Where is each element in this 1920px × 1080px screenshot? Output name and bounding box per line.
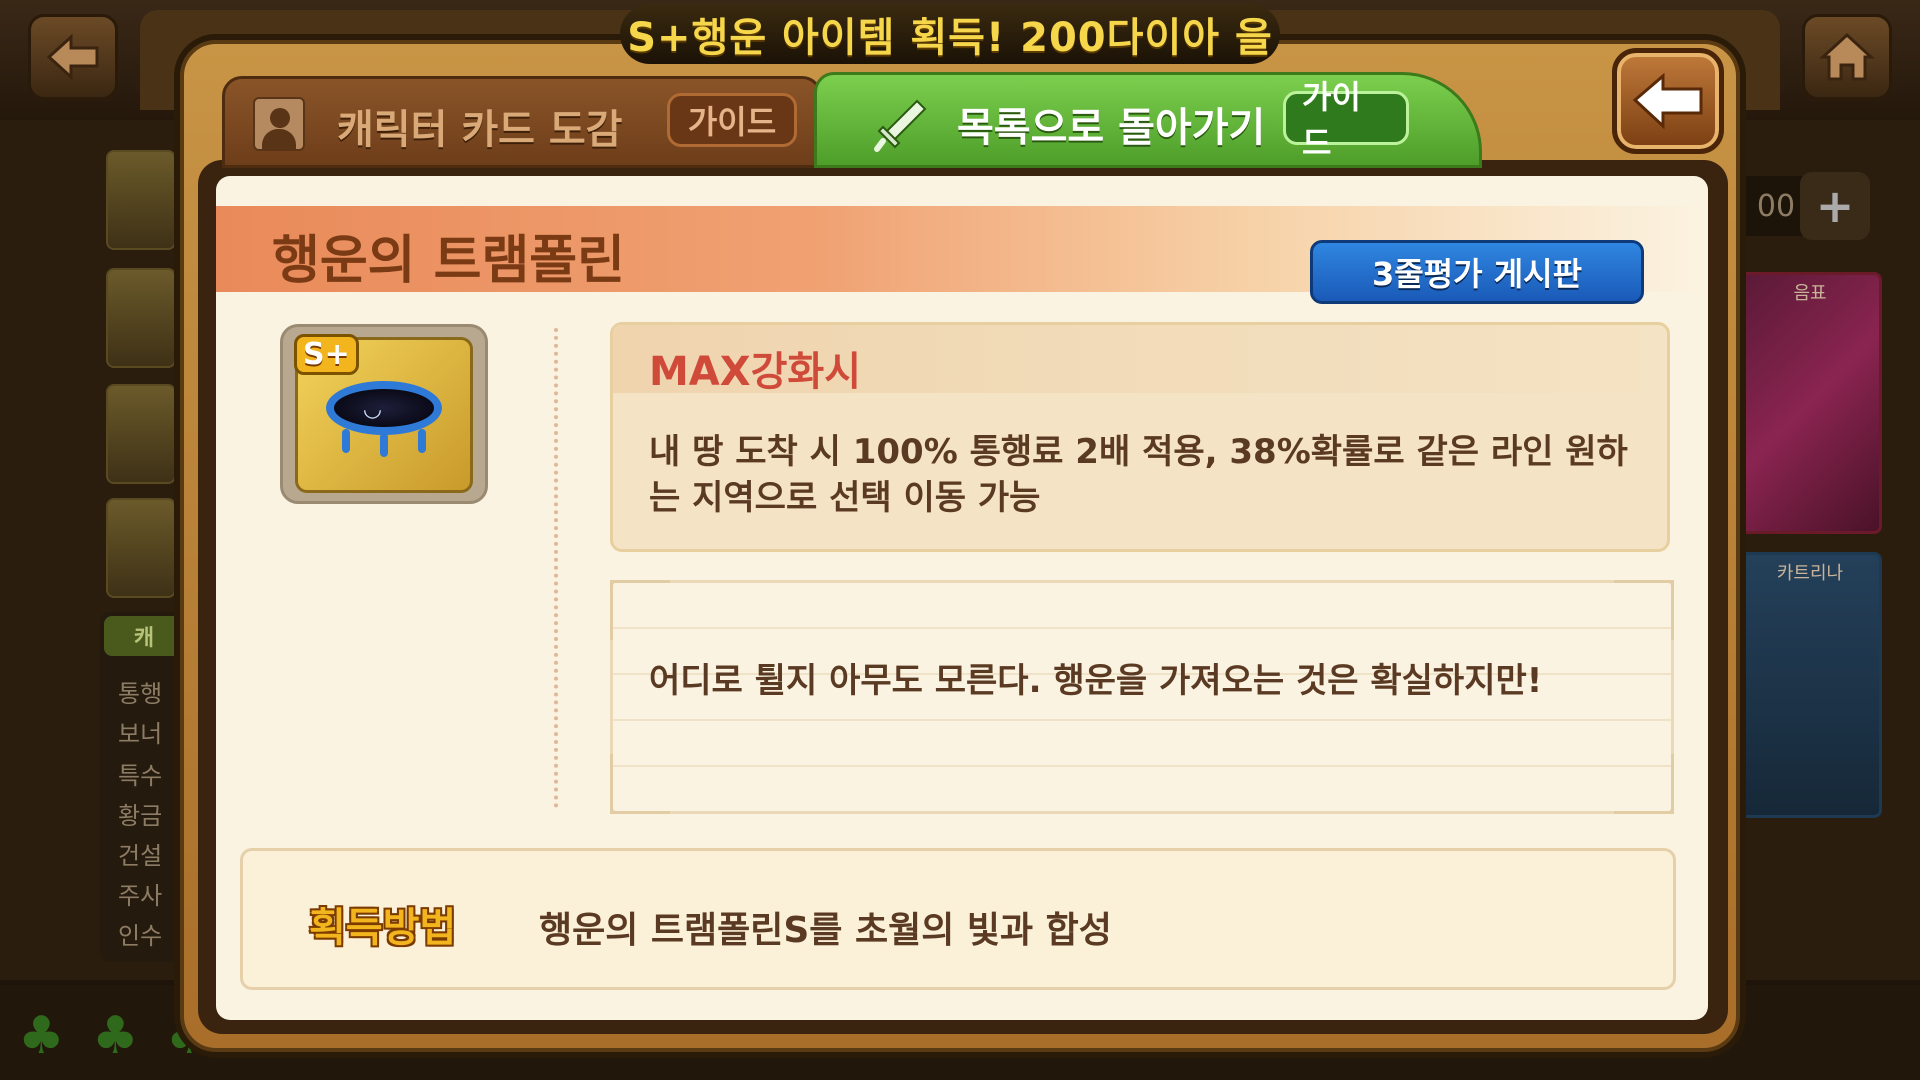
modal-close-button[interactable] bbox=[1612, 48, 1724, 154]
background-menu-item: 특수 bbox=[118, 762, 163, 790]
background-menu-item: 황금 bbox=[118, 802, 163, 830]
background-menu-item: 보너 bbox=[118, 720, 163, 748]
decorative-corner bbox=[610, 580, 670, 640]
background-menu-head: 캐 bbox=[104, 616, 184, 656]
flavor-text: 어디로 튈지 아무도 모른다. 행운을 가져오는 것은 확실하지만! bbox=[649, 661, 1543, 701]
tab-back-to-list[interactable]: 목록으로 돌아가기 가이드 bbox=[814, 72, 1482, 168]
background-home-button[interactable] bbox=[1802, 14, 1892, 100]
background-card-tag: 카트리나 bbox=[1776, 563, 1844, 584]
return-arrow-icon bbox=[1632, 72, 1703, 130]
background-right-panel bbox=[1730, 120, 1920, 980]
decorative-corner bbox=[610, 754, 670, 814]
background-back-button[interactable] bbox=[28, 14, 118, 100]
item-content-card: 행운의 트램폴린 3줄평가 게시판 ◡ S+ MAX강화시 내 땅 도착 시 1… bbox=[216, 176, 1708, 1020]
card-book-guide-button[interactable]: 가이드 bbox=[667, 93, 797, 147]
announcement-banner: S+행운 아이템 획득! 200다이아 을 bbox=[620, 4, 1280, 64]
tab-card-book-label: 캐릭터 카드 도감 bbox=[337, 107, 623, 153]
flavor-text-box: 어디로 튈지 아무도 모른다. 행운을 가져오는 것은 확실하지만! bbox=[610, 580, 1674, 814]
vertical-divider bbox=[554, 328, 558, 808]
background-left-card bbox=[106, 150, 176, 250]
home-icon bbox=[1819, 32, 1875, 81]
background-menu-item: 주사 bbox=[118, 882, 163, 910]
item-image-frame: ◡ S+ bbox=[280, 324, 488, 504]
background-menu-item: 인수 bbox=[118, 922, 163, 950]
clover-icon: ♣ bbox=[92, 1006, 139, 1066]
decorative-corner bbox=[1614, 580, 1674, 640]
acquire-method-text: 행운의 트램폴린S를 초월의 빛과 합성 bbox=[539, 910, 1112, 951]
announcement-text: S+행운 아이템 획득! 200다이아 을 bbox=[627, 15, 1273, 61]
background-card-music: 음표 bbox=[1738, 272, 1882, 534]
item-image: ◡ S+ bbox=[294, 334, 473, 493]
review-board-button[interactable]: 3줄평가 게시판 bbox=[1310, 240, 1644, 304]
grade-badge: S+ bbox=[294, 334, 359, 375]
tab-card-book[interactable]: 캐릭터 카드 도감 가이드 bbox=[222, 76, 822, 168]
max-upgrade-description: 내 땅 도착 시 100% 통행료 2배 적용, 38%확률로 같은 라인 원하… bbox=[649, 432, 1628, 518]
item-name: 행운의 트램폴린 bbox=[272, 231, 625, 291]
background-left-card bbox=[106, 384, 176, 484]
background-card-tag: 음표 bbox=[1793, 283, 1827, 304]
background-left-card bbox=[106, 268, 176, 368]
background-card-katrina: 카트리나 bbox=[1738, 552, 1882, 818]
background-plus-button[interactable]: + bbox=[1800, 172, 1870, 240]
acquire-method-box: 획득방법 행운의 트램폴린S를 초월의 빛과 합성 bbox=[240, 848, 1676, 990]
item-title-band: 행운의 트램폴린 3줄평가 게시판 bbox=[216, 206, 1708, 304]
clover-icon: ♣ bbox=[18, 1006, 65, 1066]
max-upgrade-header: MAX강화시 bbox=[613, 325, 1667, 395]
background-left-card bbox=[106, 498, 176, 598]
max-upgrade-box: MAX강화시 내 땅 도착 시 100% 통행료 2배 적용, 38%확률로 같… bbox=[610, 322, 1670, 552]
character-silhouette-icon bbox=[253, 97, 305, 151]
background-menu-item: 건설 bbox=[118, 842, 163, 870]
max-upgrade-title: MAX강화시 bbox=[649, 349, 862, 395]
decorative-corner bbox=[1614, 754, 1674, 814]
tab-back-to-list-label: 목록으로 돌아가기 bbox=[957, 105, 1266, 151]
trampoline-icon: ◡ bbox=[320, 369, 448, 461]
back-arrow-icon bbox=[46, 33, 99, 81]
acquire-method-label: 획득방법 bbox=[309, 905, 457, 951]
background-menu-item: 통행 bbox=[118, 680, 163, 708]
back-to-list-guide-button[interactable]: 가이드 bbox=[1283, 78, 1409, 162]
sword-icon bbox=[871, 95, 931, 155]
